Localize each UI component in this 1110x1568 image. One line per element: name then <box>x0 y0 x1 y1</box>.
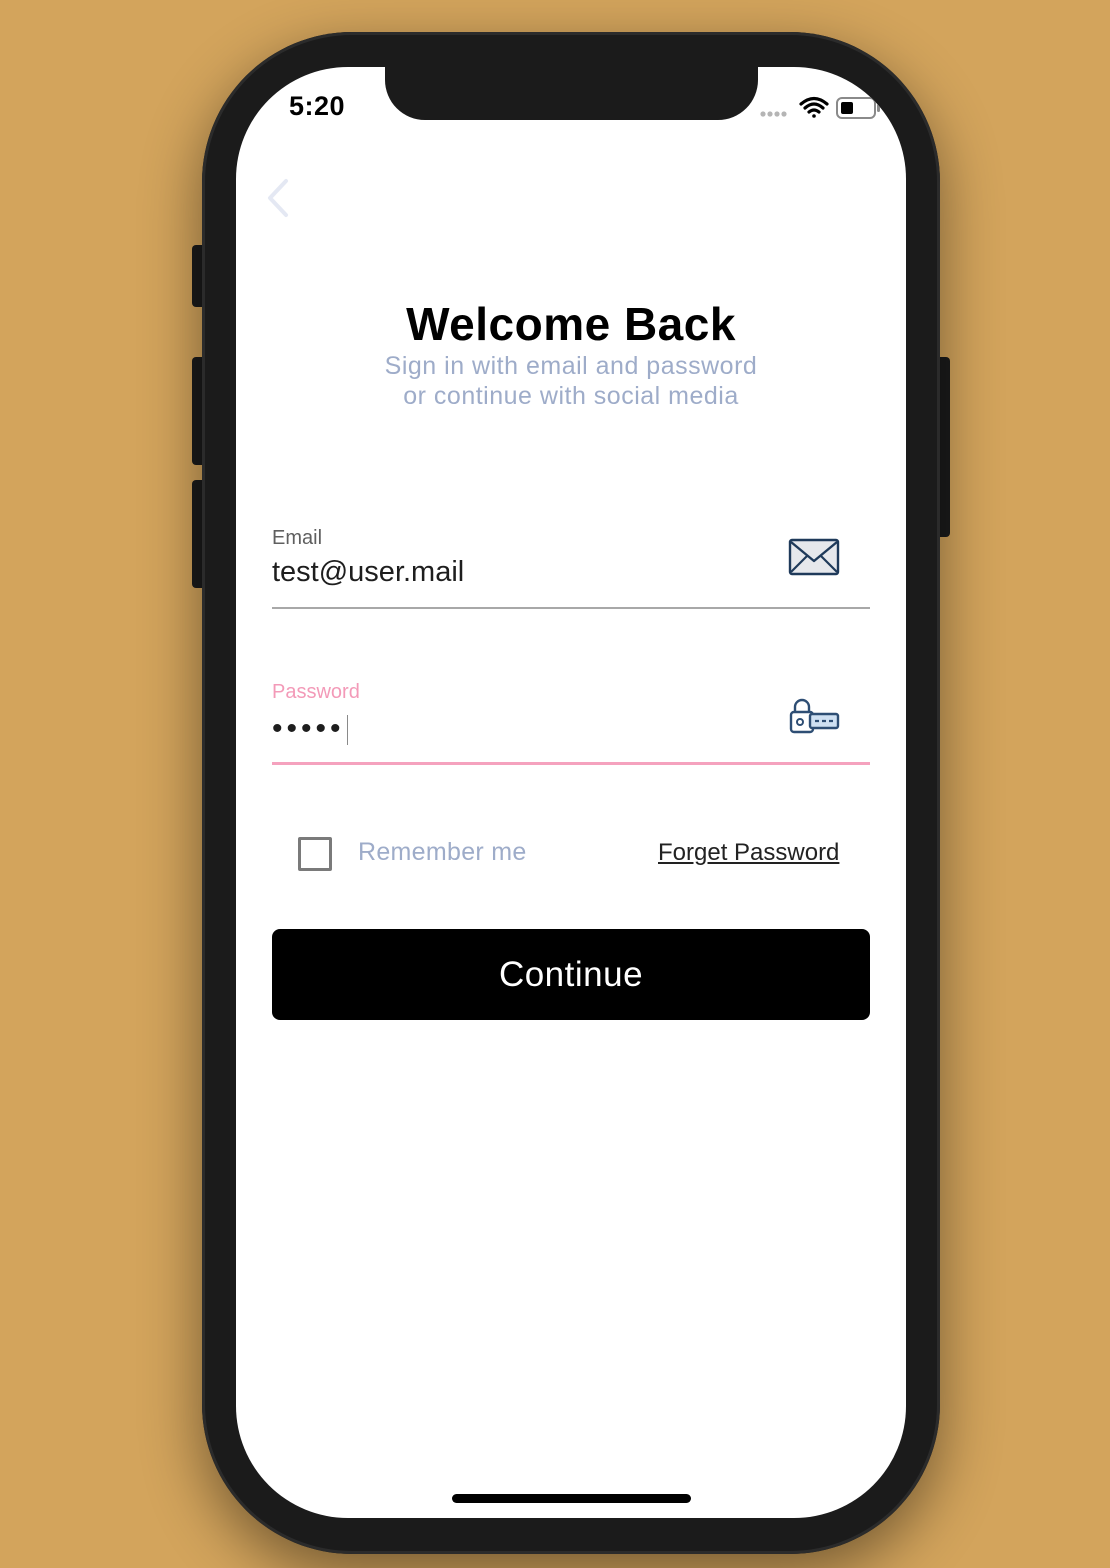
battery-icon <box>836 97 880 119</box>
wifi-icon <box>799 96 829 118</box>
app-screen: 5:20 Welcome Back Sign in with email and… <box>236 67 906 1518</box>
password-input[interactable]: ••••• <box>272 712 348 746</box>
page-subtitle-line2: or continue with social media <box>403 382 739 410</box>
home-indicator[interactable] <box>452 1494 691 1503</box>
text-caret <box>346 715 348 746</box>
remember-me-checkbox[interactable] <box>298 837 332 871</box>
lock-key-icon <box>788 696 840 736</box>
password-label: Password <box>272 681 360 703</box>
remember-me-label[interactable]: Remember me <box>358 838 527 867</box>
forgot-password-link[interactable]: Forget Password <box>658 839 839 867</box>
email-label: Email <box>272 527 323 549</box>
email-field[interactable]: Email test@user.mail <box>272 522 870 609</box>
chevron-left-icon <box>268 179 288 217</box>
email-input[interactable]: test@user.mail <box>272 556 464 589</box>
signal-dots-icon <box>760 111 787 117</box>
page-subtitle-line1: Sign in with email and password <box>384 352 758 380</box>
continue-button[interactable]: Continue <box>272 929 870 1020</box>
notch <box>385 67 758 120</box>
password-underline <box>272 762 870 765</box>
back-button[interactable] <box>258 171 298 221</box>
email-underline <box>272 607 870 609</box>
envelope-icon <box>788 537 840 577</box>
password-masked-value: ••••• <box>272 712 345 745</box>
password-field[interactable]: Password ••••• <box>272 676 870 765</box>
device-frame: 5:20 Welcome Back Sign in with email and… <box>0 0 1110 1568</box>
status-time: 5:20 <box>289 91 346 121</box>
page-title: Welcome Back <box>406 298 736 350</box>
status-icons <box>760 95 882 121</box>
